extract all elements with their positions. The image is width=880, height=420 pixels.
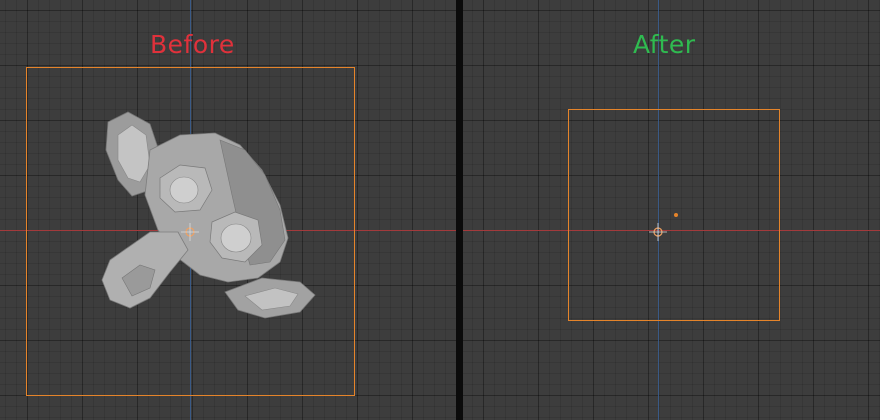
monkey-mesh-after[interactable] bbox=[463, 0, 880, 420]
monkey-mesh-before[interactable] bbox=[0, 0, 456, 420]
viewport-before[interactable]: Before bbox=[0, 0, 456, 420]
monkey-head bbox=[101, 111, 316, 319]
origin-point-icon bbox=[674, 213, 678, 217]
origin-cursor-icon bbox=[649, 223, 667, 241]
viewport-after[interactable]: After bbox=[463, 0, 880, 420]
panel-divider bbox=[456, 0, 463, 420]
